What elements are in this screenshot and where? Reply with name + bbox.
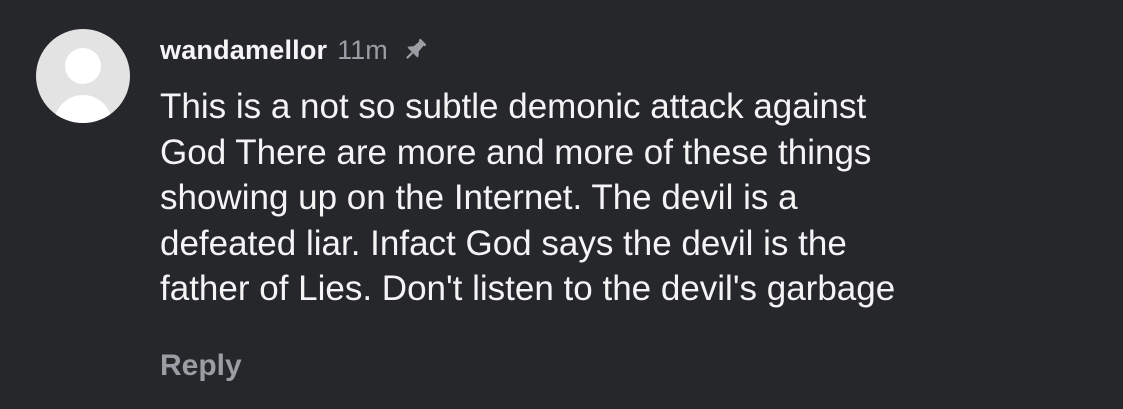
timestamp: 11m: [337, 34, 388, 65]
username[interactable]: wandamellor: [160, 35, 327, 66]
reply-button[interactable]: Reply: [160, 349, 242, 383]
comment-header: wandamellor 11m: [160, 30, 430, 70]
comment-text: This is a not so subtle demonic attack a…: [160, 87, 896, 308]
avatar[interactable]: [36, 29, 130, 123]
comment: wandamellor 11m This is a not so subtle …: [0, 0, 1123, 409]
pin-icon: [400, 35, 430, 65]
